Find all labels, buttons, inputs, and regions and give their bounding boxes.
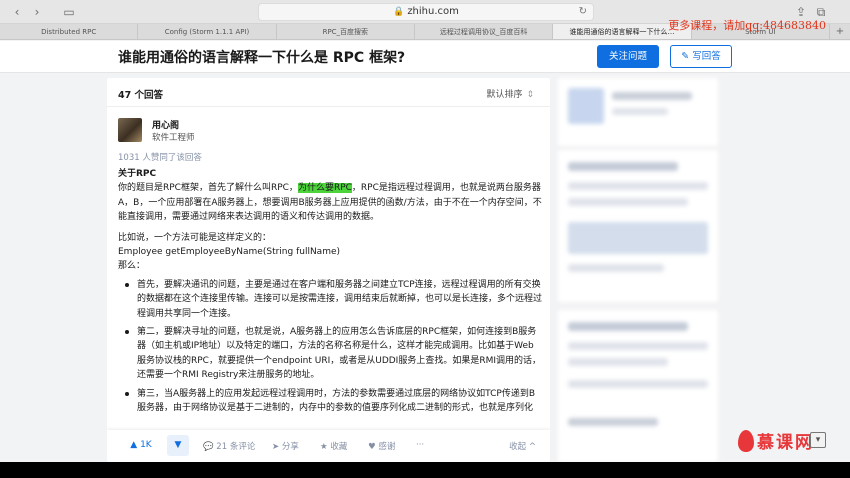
sidebar-text-line xyxy=(568,418,658,426)
author-name[interactable]: 用心阁 xyxy=(152,118,179,131)
write-answer-label: 写回答 xyxy=(692,51,721,62)
paragraph-intro: 你的题目是RPC框架，首先了解什么叫RPC，为什么要RPC，RPC是指远程过程调… xyxy=(118,181,542,224)
sidebar-block xyxy=(568,222,708,254)
answer-content: 关于RPC 你的题目是RPC框架，首先了解什么叫RPC，为什么要RPC，RPC是… xyxy=(118,167,542,420)
sidebar-text-line xyxy=(568,264,664,272)
example-line: 比如说，一个方法可能是这样定义的： xyxy=(118,232,272,243)
sidebar-text-line xyxy=(568,322,688,331)
upvote-button[interactable]: ▲ 1K xyxy=(119,435,163,456)
sidebar-text-line xyxy=(568,380,708,388)
sidebar-text-line xyxy=(568,358,668,366)
chevron-up-icon: ^ xyxy=(528,442,536,452)
write-answer-button[interactable]: ✎ 写回答 xyxy=(670,45,732,68)
share-arrow-icon: ➤ xyxy=(272,442,280,452)
comments-button[interactable]: 💬 21 条评论 xyxy=(203,440,255,452)
answer-card: 47 个回答 默认排序 ⇕ 用心阁 软件工程师 1031 人赞同了该回答 关于RP… xyxy=(107,78,550,462)
example-line: 那么： xyxy=(118,261,146,272)
sidebar-text-line xyxy=(612,92,692,100)
logo-text: 慕课网 xyxy=(757,433,814,453)
section-title: 关于RPC xyxy=(118,169,157,179)
comment-icon: 💬 xyxy=(203,442,214,452)
screen: ‹ › ▭ 🔒 zhihu.com ↻ ⇪ ⧉ Distributed RPC C… xyxy=(0,0,850,462)
tab-storm-config-api[interactable]: Config (Storm 1.1.1 API) xyxy=(138,24,277,39)
answer-count: 47 个回答 xyxy=(118,90,164,101)
flame-icon xyxy=(738,429,754,452)
sidebar-text-line xyxy=(568,182,708,190)
sidebar-text-line xyxy=(568,162,678,171)
highlighted-text: 为什么要RPC xyxy=(297,183,352,194)
tab-rpc-baidu-search[interactable]: RPC_百度搜索 xyxy=(277,24,415,39)
new-tab-icon[interactable]: + xyxy=(830,24,850,39)
collect-button[interactable]: ★ 收藏 xyxy=(320,440,347,452)
answers-header: 47 个回答 默认排序 ⇕ xyxy=(107,78,550,107)
collect-label: 收藏 xyxy=(330,442,348,452)
sidebar-card xyxy=(558,150,718,302)
download-icon[interactable]: ▾ xyxy=(810,432,826,448)
share-label: 分享 xyxy=(281,442,299,452)
list-item: 首先，要解决通讯的问题，主要是通过在客户端和服务器之间建立TCP连接，远程过程调… xyxy=(118,278,542,321)
course-watermark: 更多课程，请加qq:484683840 xyxy=(668,19,826,32)
address-url: zhihu.com xyxy=(407,6,459,17)
question-header: 谁能用通俗的语言解释一下什么是 RPC 框架? 关注问题 ✎ 写回答 xyxy=(0,41,850,73)
agree-count: 1031 人赞同了该回答 xyxy=(118,153,202,163)
downvote-button[interactable]: ▼ xyxy=(167,435,189,456)
heart-icon: ♥ xyxy=(368,442,376,452)
vote-count: 1K xyxy=(140,440,152,450)
answer-action-bar: ▲ 1K ▼ 💬 21 条评论 ➤ 分享 ★ 收藏 ♥ 感谢 ··· 收起 ^ xyxy=(107,430,550,462)
more-button[interactable]: ··· xyxy=(416,440,424,450)
reload-icon[interactable]: ↻ xyxy=(579,4,587,20)
sidebar-text-line xyxy=(612,108,668,115)
share-button[interactable]: ➤ 分享 xyxy=(272,440,299,452)
sidebar-text-line xyxy=(568,198,688,206)
video-bar xyxy=(0,462,850,478)
lock-icon: 🔒 xyxy=(393,7,405,17)
para-text: 你的题目是RPC框架，首先了解什么叫RPC， xyxy=(118,183,298,194)
star-icon: ★ xyxy=(320,442,328,452)
sort-label: 默认排序 xyxy=(486,90,523,100)
follow-question-button[interactable]: 关注问题 xyxy=(597,45,659,68)
comments-label: 21 条评论 xyxy=(216,442,256,452)
tab-rpc-baike[interactable]: 远程过程调用协议_百度百科 xyxy=(415,24,554,39)
thanks-label: 感谢 xyxy=(378,442,396,452)
tab-distributed-rpc[interactable]: Distributed RPC xyxy=(0,24,139,39)
method-signature: Employee getEmployeeByName(String fullNa… xyxy=(118,247,341,258)
sidebar-toggle-icon[interactable]: ▭ xyxy=(60,4,78,20)
thanks-button[interactable]: ♥ 感谢 xyxy=(368,440,395,452)
question-title: 谁能用通俗的语言解释一下什么是 RPC 框架? xyxy=(118,50,406,66)
back-icon[interactable]: ‹ xyxy=(8,4,26,20)
sort-dropdown[interactable]: 默认排序 ⇕ xyxy=(486,87,534,100)
list-item: 第二，要解决寻址的问题，也就是说，A服务器上的应用怎么告诉底层的RPC框架，如何… xyxy=(118,325,542,383)
sidebar-card xyxy=(558,310,718,462)
list-item: 第三，当A服务器上的应用发起远程过程调用时，方法的参数需要通过底层的网络协议如T… xyxy=(118,387,542,416)
collapse-button[interactable]: 收起 ^ xyxy=(509,440,536,452)
address-bar[interactable]: 🔒 zhihu.com ↻ xyxy=(258,3,594,21)
imooc-logo: 慕课网 xyxy=(738,428,814,453)
sidebar-card xyxy=(558,78,718,146)
sidebar-thumb xyxy=(568,88,604,124)
sidebar-text-line xyxy=(568,342,708,350)
bullet-list: 首先，要解决通讯的问题，主要是通过在客户端和服务器之间建立TCP连接，远程过程调… xyxy=(118,278,542,416)
sort-chevron-icon: ⇕ xyxy=(526,90,534,100)
forward-icon[interactable]: › xyxy=(28,4,46,20)
collapse-label: 收起 xyxy=(509,442,527,452)
author-headline: 软件工程师 xyxy=(152,133,195,143)
avatar[interactable] xyxy=(118,118,142,142)
